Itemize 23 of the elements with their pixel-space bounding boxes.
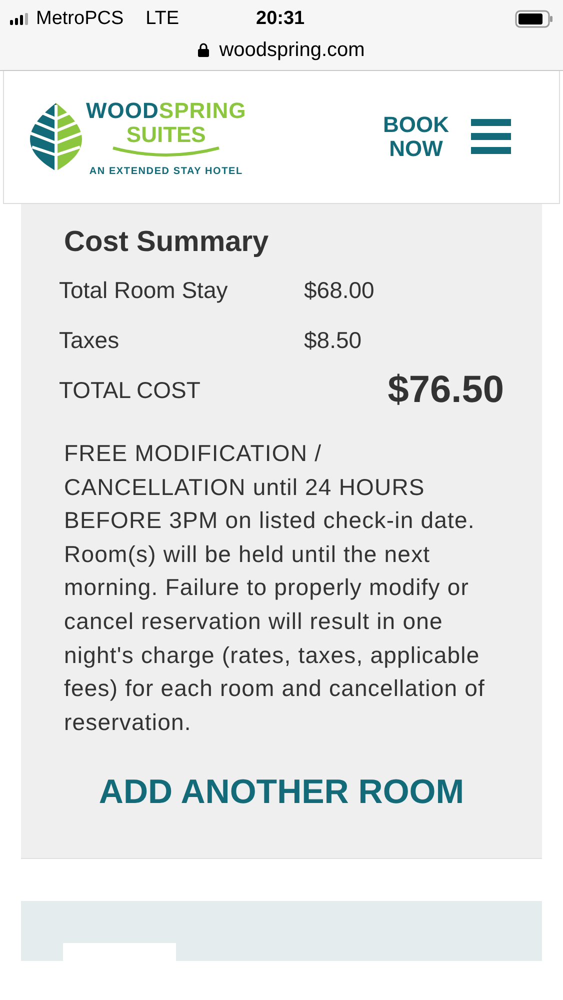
signal-icon [10,13,28,25]
lock-icon [198,43,210,57]
leaf-logo-icon [30,103,82,171]
cost-amount: $8.50 [304,326,362,354]
section-title: Cost Summary [64,226,270,259]
cost-amount: $68.00 [304,276,374,304]
policy-text: FREE MODIFICATION / CANCELLATION until 24 HOURS BEFORE 3PM on listed check-in date. Room(s) will be held until the next morning. Failure to properly modify or cancel reservation will result in one night's charge (rates, taxes, applicable fees) for each room and cancellation of reservation. [64,439,486,737]
clock-time: 20:31 [256,8,305,30]
brand-name: WOODSPRING [86,98,246,124]
add-room-link[interactable]: ADD ANOTHER ROOM [59,773,504,812]
cost-label: TOTAL COST [59,376,202,404]
tagline: AN EXTENDED STAY HOTEL [89,166,243,176]
carrier-name: MetroPCS [36,8,124,30]
network-type: LTE [146,8,180,30]
cost-label: Taxes [59,326,120,354]
brand-subname: SUITES [126,124,206,146]
battery-icon [515,10,553,28]
menu-icon[interactable] [471,119,511,155]
url-text[interactable]: woodspring.com [219,38,365,62]
cost-label: Total Room Stay [59,276,229,304]
smile-swoosh-icon [111,146,222,158]
total-amount: $76.50 [388,368,504,412]
book-now-link[interactable]: BOOK NOW [381,113,451,161]
